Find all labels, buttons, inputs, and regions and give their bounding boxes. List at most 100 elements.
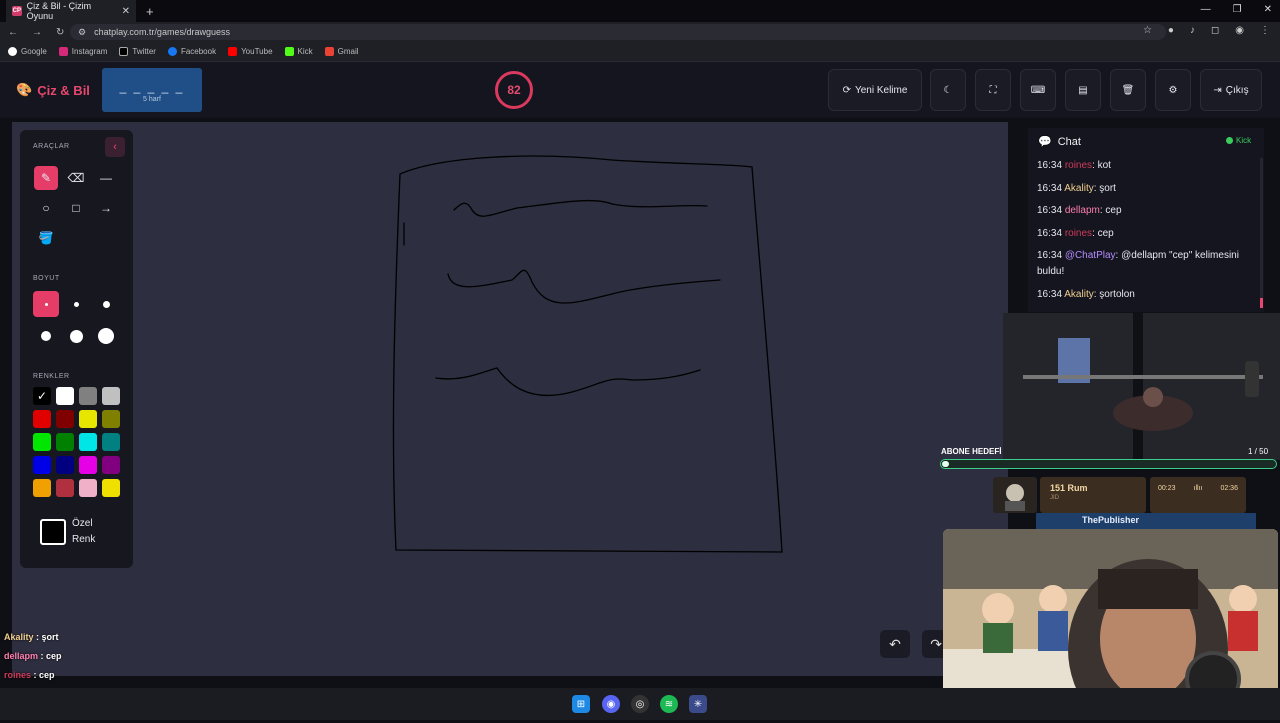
- color-swatch[interactable]: [102, 387, 120, 405]
- obs-icon[interactable]: ◎: [631, 695, 649, 713]
- bookmark-youtube[interactable]: YouTube: [228, 47, 273, 56]
- moon-icon: ☾: [943, 84, 953, 96]
- bookmark-instagram[interactable]: Instagram: [58, 47, 107, 56]
- message-user[interactable]: Akality: [1064, 289, 1093, 300]
- size-option-5[interactable]: [63, 323, 89, 349]
- maximize-icon[interactable]: ❐: [1233, 4, 1242, 15]
- new-tab-icon[interactable]: +: [146, 4, 154, 19]
- dark-mode-button[interactable]: ☾: [930, 69, 966, 111]
- minimize-icon[interactable]: —: [1201, 4, 1211, 15]
- color-swatch[interactable]: [56, 387, 74, 405]
- color-swatch[interactable]: [79, 410, 97, 428]
- undo-button[interactable]: ↶: [880, 630, 910, 658]
- color-swatch[interactable]: [33, 410, 51, 428]
- extension-icon[interactable]: ●: [1168, 25, 1174, 36]
- kick-status: Kick: [1226, 136, 1251, 145]
- extensions-icon[interactable]: ◻: [1211, 25, 1219, 36]
- line-tool[interactable]: —: [94, 166, 118, 190]
- spotify-icon[interactable]: ≋: [660, 695, 678, 713]
- redo-icon: ↷: [930, 635, 942, 652]
- chat-scrollbar[interactable]: [1260, 158, 1263, 308]
- custom-color-label[interactable]: Özel Renk: [72, 516, 95, 548]
- color-swatch[interactable]: [33, 456, 51, 474]
- reload-icon[interactable]: ↻: [56, 27, 64, 38]
- site-info-icon[interactable]: ⚙: [78, 27, 86, 38]
- app-icon[interactable]: ✳: [689, 695, 707, 713]
- size-option-2[interactable]: [63, 291, 89, 317]
- instagram-icon: [58, 47, 68, 56]
- message-user[interactable]: roines: [1065, 160, 1092, 171]
- menu-icon[interactable]: ⋮: [1260, 25, 1270, 36]
- message-user[interactable]: roines: [1065, 228, 1092, 239]
- forward-icon[interactable]: →: [32, 27, 42, 38]
- album-art-image: [1005, 484, 1025, 511]
- size-option-1[interactable]: [33, 291, 59, 317]
- browser-tab[interactable]: CP Çiz & Bil - Çizim Oyunu ✕: [6, 0, 136, 22]
- redo-button[interactable]: ↷: [922, 630, 944, 658]
- new-word-label: Yeni Kelime: [854, 84, 908, 96]
- rectangle-tool[interactable]: □: [64, 196, 88, 220]
- color-swatch[interactable]: [56, 479, 74, 497]
- size-option-3[interactable]: [93, 291, 119, 317]
- back-icon[interactable]: ←: [8, 27, 18, 38]
- close-tab-icon[interactable]: ✕: [122, 6, 130, 17]
- size-option-4[interactable]: [33, 323, 59, 349]
- brush-tool[interactable]: ✎: [34, 166, 58, 190]
- collapse-panel-button[interactable]: ‹: [105, 137, 125, 157]
- brand-logo[interactable]: 🎨 Çiz & Bil: [16, 82, 90, 98]
- bookmark-star-icon[interactable]: ☆: [1143, 25, 1152, 36]
- color-swatch[interactable]: [79, 433, 97, 451]
- bookmark-kick[interactable]: Kick: [284, 47, 313, 56]
- message-user[interactable]: @ChatPlay: [1065, 250, 1116, 261]
- chat-scroll-thumb[interactable]: [1260, 298, 1263, 308]
- windows-start-icon[interactable]: ⊞: [572, 695, 590, 713]
- color-swatch[interactable]: [33, 433, 51, 451]
- color-swatch[interactable]: [79, 479, 97, 497]
- address-bar[interactable]: ⚙ chatplay.com.tr/games/drawguess: [70, 24, 1166, 40]
- clear-button[interactable]: 🗑: [1110, 69, 1146, 111]
- sound-icon[interactable]: ♪: [1190, 25, 1195, 36]
- color-swatch[interactable]: [79, 387, 97, 405]
- album-art: [993, 477, 1037, 513]
- kick-icon: [284, 47, 294, 56]
- close-window-icon[interactable]: ✕: [1264, 4, 1272, 15]
- circle-tool[interactable]: ○: [34, 196, 58, 220]
- now-playing: 151 Rum JID: [1040, 477, 1146, 513]
- bookmark-gmail[interactable]: Gmail: [324, 47, 359, 56]
- fill-tool[interactable]: 🪣: [34, 226, 58, 250]
- message-time: 16:34: [1037, 250, 1063, 261]
- keyboard-button[interactable]: ⌨: [1020, 69, 1056, 111]
- archive-button[interactable]: ▤: [1065, 69, 1101, 111]
- size-option-6[interactable]: [93, 323, 119, 349]
- color-swatch[interactable]: [56, 456, 74, 474]
- message-user[interactable]: dellapm: [1065, 205, 1100, 216]
- color-swatch[interactable]: ✓: [33, 387, 51, 405]
- fullscreen-button[interactable]: ⛶: [975, 69, 1011, 111]
- logout-button[interactable]: ⇥ Çıkış: [1200, 69, 1262, 111]
- custom-color-button[interactable]: [40, 519, 66, 545]
- color-swatch[interactable]: [102, 479, 120, 497]
- discord-icon[interactable]: ◉: [602, 695, 620, 713]
- word-hint: 5 harf: [143, 96, 161, 103]
- color-swatch[interactable]: [56, 410, 74, 428]
- overlay-chat-text: : cep: [31, 670, 55, 680]
- bookmark-facebook[interactable]: Facebook: [167, 47, 216, 56]
- google-icon: [8, 47, 17, 56]
- chat-title: Chat: [1057, 135, 1081, 148]
- line-icon: —: [100, 171, 112, 185]
- color-swatch[interactable]: [102, 456, 120, 474]
- profile-icon[interactable]: ◉: [1235, 25, 1244, 36]
- settings-button[interactable]: ⚙: [1155, 69, 1191, 111]
- bookmark-twitter[interactable]: Twitter: [119, 47, 156, 56]
- arrow-tool[interactable]: →: [94, 196, 118, 220]
- color-swatch[interactable]: [102, 433, 120, 451]
- color-swatch[interactable]: [102, 410, 120, 428]
- color-swatch[interactable]: [33, 479, 51, 497]
- new-word-button[interactable]: ⟳ Yeni Kelime: [828, 69, 922, 111]
- eraser-tool[interactable]: ⌫: [64, 166, 88, 190]
- message-user[interactable]: Akality: [1064, 183, 1093, 194]
- drawing-canvas[interactable]: [12, 122, 1008, 676]
- bookmark-google[interactable]: Google: [8, 47, 47, 56]
- color-swatch[interactable]: [79, 456, 97, 474]
- color-swatch[interactable]: [56, 433, 74, 451]
